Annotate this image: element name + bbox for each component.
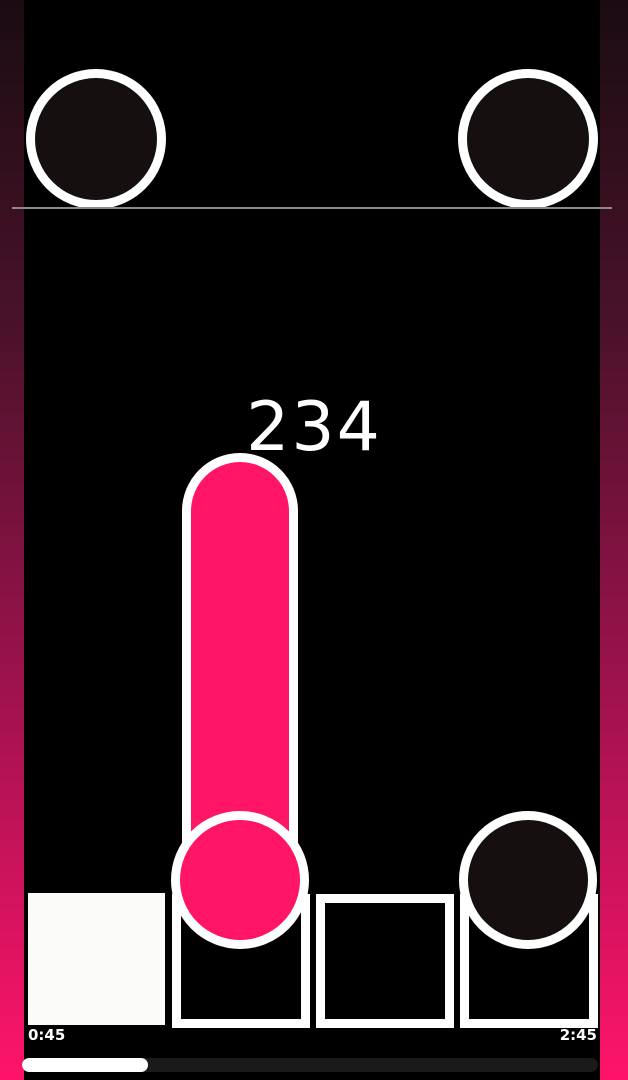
- lane-2-hit-circle[interactable]: [171, 811, 309, 949]
- left-gradient-border: [0, 0, 24, 1080]
- lane-4-hit-circle[interactable]: [459, 811, 597, 949]
- song-progress-fill: [22, 1058, 148, 1072]
- top-left-button[interactable]: [26, 69, 166, 209]
- game-screen: 234 0:45 2:45: [0, 0, 628, 1080]
- lane-1-key[interactable]: [28, 893, 165, 1025]
- lane-3-key[interactable]: [316, 894, 454, 1028]
- top-right-button[interactable]: [458, 69, 598, 209]
- elapsed-time: 0:45: [28, 1026, 66, 1044]
- right-gradient-border: [600, 0, 628, 1080]
- total-time: 2:45: [559, 1026, 597, 1044]
- song-progress-bar[interactable]: [22, 1058, 598, 1072]
- top-divider-line: [12, 207, 612, 209]
